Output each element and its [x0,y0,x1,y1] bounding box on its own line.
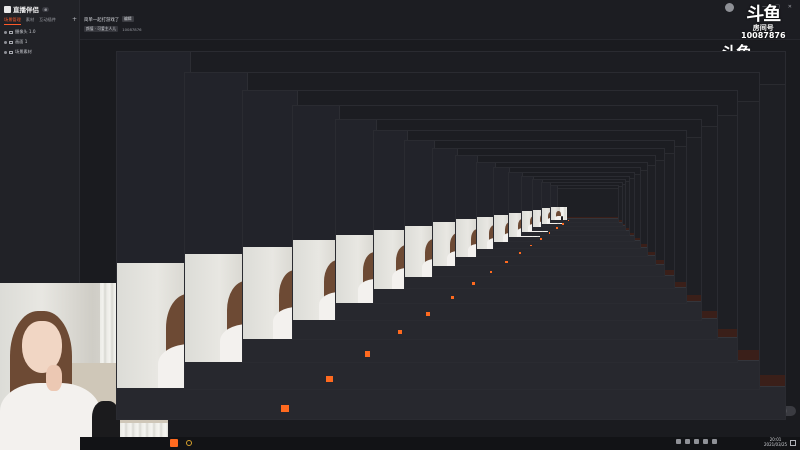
douyu-watermark: 斗鱼 房间号 10087876 [741,6,786,40]
tab-assets[interactable]: 素材 [26,17,34,25]
app-window: 直播伴侣 ⊕ 场景管理 素材 互动插件 + 摄像头 1.0 画面 1 场景素材 [0,0,800,450]
mirror-app-icon [364,351,371,357]
douyu-room-number: 10087876 [741,31,786,40]
mirror-header [558,185,619,189]
mirror-app-icon [471,282,475,286]
mirror-app-icon [530,244,532,247]
mirror-toolbar [336,301,701,320]
room-tags: 颜值 · 可爱主人儿 10087876 [84,26,142,32]
mirror-app-icon [540,238,542,240]
app-name: 直播伴侣 [13,6,39,14]
visibility-icon[interactable] [4,50,7,54]
close-icon[interactable]: ✕ [788,4,792,10]
version-badge[interactable]: ⊕ [42,6,50,12]
edit-title-button[interactable]: 编辑 [122,16,134,22]
camera-icon [9,30,13,34]
mirror-app-icon [562,223,564,225]
douyu-logo: 斗鱼 [746,4,781,25]
mirror-app-icon [556,227,558,229]
mirror-preview-layer [549,184,620,223]
scene-item-label: 画面 1 [15,39,28,44]
scene-item-label: 场景素材 [15,49,32,54]
mirror-toolbar [373,287,687,303]
room-id: 10087876 [122,26,142,32]
scene-item[interactable]: 场景素材 [4,47,76,57]
wifi-icon[interactable] [694,439,699,444]
mirror-app-icon [281,404,289,413]
mirror-app-icon [567,219,570,222]
mirror-app-icon [518,251,521,254]
system-tray [676,439,717,444]
mirror-webcam [550,207,568,221]
mirror-app-icon [489,270,493,274]
folder-icon [9,50,13,54]
visibility-icon[interactable] [4,30,7,34]
mirror-toolbar [293,318,718,340]
taskbar-clock[interactable]: 20:01 2021/03/25 [764,437,788,448]
scene-item-label: 摄像头 1.0 [15,29,36,34]
avatar[interactable] [725,3,734,12]
mirror-app-icon [505,260,508,263]
app-logo-icon [4,5,11,13]
clock-date: 2021/03/25 [764,441,788,447]
language-icon[interactable] [712,439,717,444]
mirror-app-icon [397,329,403,335]
mirror-toolbar [405,274,675,289]
mirror-app-icon [450,295,455,300]
scene-list: 摄像头 1.0 画面 1 场景素材 [4,27,76,57]
visibility-icon[interactable] [4,40,7,44]
tab-scene-manage[interactable]: 场景管理 [4,17,21,25]
image-icon [9,40,13,44]
network-icon[interactable] [676,439,681,444]
mirror-toolbar [243,337,737,362]
mirror-app-icon [426,311,431,316]
sidebar-tabs: 场景管理 素材 互动插件 [4,17,56,25]
app-taskbar-icon[interactable] [170,439,178,447]
scene-item[interactable]: 摄像头 1.0 [4,27,76,37]
room-title: 简单一起打游戏了 [84,18,120,23]
mirror-toolbar [185,359,759,389]
tab-plugins[interactable]: 互动插件 [39,17,56,25]
browser-taskbar-icon[interactable] [186,440,192,446]
battery-icon[interactable] [703,439,708,444]
volume-icon[interactable] [685,439,690,444]
mirror-app-icon [548,232,551,234]
mirror-toolbar [117,386,785,420]
notification-icon[interactable] [790,440,796,446]
category-tag[interactable]: 颜值 · 可爱主人儿 [84,26,119,32]
app-logo: 直播伴侣 ⊕ [4,4,50,14]
scene-item[interactable]: 画面 1 [4,37,76,47]
add-scene-button[interactable]: + [72,16,77,23]
preview-canvas[interactable] [80,40,800,437]
mirror-app-icon [326,375,333,383]
room-header: 简单一起打游戏了 编辑 颜值 · 可爱主人儿 10087876 — □ ✕ [80,0,800,40]
